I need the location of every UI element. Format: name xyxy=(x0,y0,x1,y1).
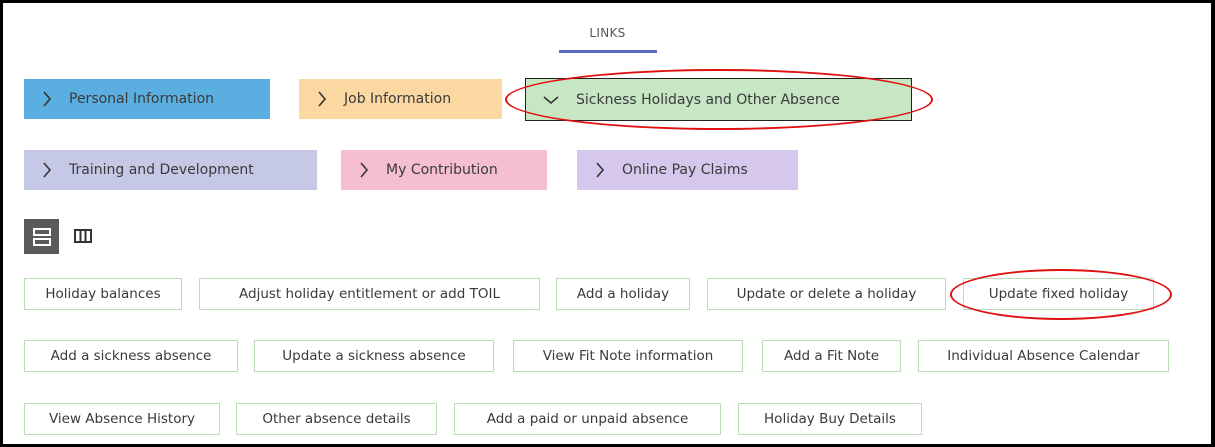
link-add-paid-unpaid-absence[interactable]: Add a paid or unpaid absence xyxy=(454,403,721,435)
window-frame xyxy=(0,0,1215,447)
link-view-fit-note[interactable]: View Fit Note information xyxy=(513,340,743,372)
link-holiday-balances[interactable]: Holiday balances xyxy=(24,278,182,310)
link-view-absence-history[interactable]: View Absence History xyxy=(24,403,220,435)
chevron-right-icon xyxy=(25,91,69,107)
link-update-fixed-holiday[interactable]: Update fixed holiday xyxy=(963,278,1154,310)
category-label: Online Pay Claims xyxy=(622,162,748,178)
category-label: Sickness Holidays and Other Absence xyxy=(576,91,841,108)
link-individual-absence-calendar[interactable]: Individual Absence Calendar xyxy=(918,340,1169,372)
link-add-fit-note[interactable]: Add a Fit Note xyxy=(762,340,901,372)
category-label: Training and Development xyxy=(69,162,254,178)
link-holiday-buy-details[interactable]: Holiday Buy Details xyxy=(738,403,922,435)
column-view-icon xyxy=(74,229,92,243)
tab-links[interactable]: LINKS xyxy=(558,26,657,53)
column-view-button[interactable] xyxy=(70,223,96,249)
category-training-development[interactable]: Training and Development xyxy=(24,150,317,190)
tab-bar: LINKS xyxy=(0,22,1215,53)
link-add-sickness-absence[interactable]: Add a sickness absence xyxy=(24,340,238,372)
category-label: Job Information xyxy=(344,91,452,107)
chevron-right-icon xyxy=(25,162,69,178)
list-view-icon xyxy=(32,227,51,246)
category-job-information[interactable]: Job Information xyxy=(299,79,502,119)
chevron-right-icon xyxy=(300,91,344,107)
link-add-holiday[interactable]: Add a holiday xyxy=(556,278,690,310)
category-personal-information[interactable]: Personal Information xyxy=(24,79,270,119)
chevron-right-icon xyxy=(342,162,386,178)
link-update-delete-holiday[interactable]: Update or delete a holiday xyxy=(707,278,946,310)
category-online-pay-claims[interactable]: Online Pay Claims xyxy=(577,150,798,190)
category-label: Personal Information xyxy=(69,91,215,107)
category-label: My Contribution xyxy=(386,162,498,178)
category-my-contribution[interactable]: My Contribution xyxy=(341,150,547,190)
link-other-absence-details[interactable]: Other absence details xyxy=(236,403,437,435)
list-view-button[interactable] xyxy=(24,219,59,254)
link-update-sickness-absence[interactable]: Update a sickness absence xyxy=(254,340,494,372)
chevron-right-icon xyxy=(578,162,622,178)
link-adjust-holiday-entitlement[interactable]: Adjust holiday entitlement or add TOIL xyxy=(199,278,540,310)
category-sickness-holidays-absence[interactable]: Sickness Holidays and Other Absence xyxy=(525,78,912,121)
chevron-down-icon xyxy=(526,95,576,105)
